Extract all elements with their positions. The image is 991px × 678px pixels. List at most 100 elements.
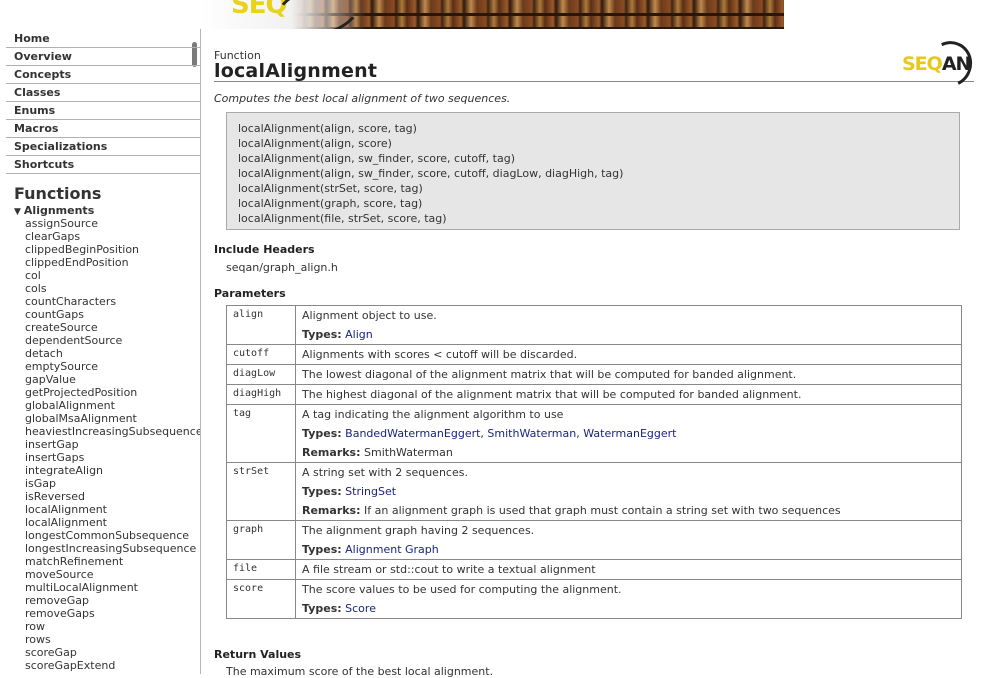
param-name: file: [226, 559, 296, 580]
nav-link[interactable]: Overview: [6, 48, 200, 66]
param-description: A tag indicating the alignment algorithm…: [302, 408, 564, 421]
nav-link[interactable]: Home: [6, 30, 200, 48]
type-link[interactable]: StringSet: [345, 485, 396, 498]
function-link[interactable]: detach: [25, 347, 200, 360]
param-row: strSet A string set with 2 sequences. Type…: [226, 462, 962, 521]
brief-description: Computes the best local alignment of two…: [214, 92, 511, 105]
sidebar: Home Overview Concepts Classes Enums Macros Sp…: [0, 29, 201, 674]
function-link[interactable]: removeGap: [25, 594, 200, 607]
function-link[interactable]: longestCommonSubsequence: [25, 529, 200, 542]
function-link[interactable]: heaviestIncreasingSubsequence: [25, 425, 200, 438]
param-description: The lowest diagonal of the alignment mat…: [302, 368, 797, 381]
param-description-cell: A file stream or std::cout to write a te…: [295, 559, 962, 580]
sidebar-group-alignments[interactable]: ▼ Alignments: [14, 204, 94, 217]
function-link[interactable]: insertGap: [25, 438, 200, 451]
param-name: graph: [226, 520, 296, 560]
function-link[interactable]: removeGaps: [25, 607, 200, 620]
function-link[interactable]: longestIncreasingSubsequence: [25, 542, 200, 555]
function-link[interactable]: clearGaps: [25, 230, 200, 243]
function-link[interactable]: rows: [25, 633, 200, 646]
type-link[interactable]: SmithWaterman: [487, 427, 576, 440]
function-link[interactable]: scoreGapExtend: [25, 659, 200, 672]
banner-background: [784, 0, 991, 29]
function-link[interactable]: multiLocalAlignment: [25, 581, 200, 594]
param-row: diagLow The lowest diagonal of the alignm…: [226, 364, 962, 385]
nav-link[interactable]: Concepts: [6, 66, 200, 84]
types-label: Types:: [302, 485, 342, 498]
logo-text: SEQAN: [902, 53, 971, 75]
signature-line: localAlignment(align, score, tag): [238, 122, 417, 135]
types-label: Types:: [302, 602, 342, 615]
param-description-cell: A string set with 2 sequences. Types: Str…: [295, 462, 962, 521]
nav-link[interactable]: Classes: [6, 84, 200, 102]
remarks-label: Remarks:: [302, 504, 361, 517]
param-name: cutoff: [226, 344, 296, 365]
param-description: Alignment object to use.: [302, 309, 437, 322]
param-remarks: Remarks: If an alignment graph is used t…: [302, 504, 961, 520]
sidebar-section-title: Functions: [14, 184, 102, 203]
triangle-down-icon: ▼: [14, 207, 21, 217]
function-link[interactable]: clippedEndPosition: [25, 256, 200, 269]
nav-link[interactable]: Macros: [6, 120, 200, 138]
type-link[interactable]: Align: [345, 328, 373, 341]
function-link[interactable]: localAlignment: [25, 516, 200, 529]
param-description: A file stream or std::cout to write a te…: [302, 563, 596, 576]
function-link[interactable]: globalAlignment: [25, 399, 200, 412]
param-row: align Alignment object to use. Types: Alig…: [226, 305, 962, 345]
function-link[interactable]: gapValue: [25, 373, 200, 386]
types-label: Types:: [302, 427, 342, 440]
remarks-text: If an alignment graph is used that graph…: [364, 504, 841, 517]
nav-link[interactable]: Shortcuts: [6, 156, 200, 174]
nav-link[interactable]: Specializations: [6, 138, 200, 156]
function-link[interactable]: clippedBeginPosition: [25, 243, 200, 256]
type-link[interactable]: WatermanEggert: [583, 427, 676, 440]
param-row: cutoff Alignments with scores < cutoff wi…: [226, 344, 962, 365]
param-row: score The score values to be used for com…: [226, 579, 962, 619]
function-link[interactable]: globalMsaAlignment: [25, 412, 200, 425]
param-types: Types: BandedWatermanEggert, SmithWaterm…: [302, 427, 677, 440]
function-link[interactable]: isGap: [25, 477, 200, 490]
function-link[interactable]: isReversed: [25, 490, 200, 503]
param-description: Alignments with scores < cutoff will be …: [302, 348, 578, 361]
signature-line: localAlignment(file, strSet, score, tag): [238, 212, 447, 225]
nav-link[interactable]: Enums: [6, 102, 200, 120]
function-link[interactable]: cols: [25, 282, 200, 295]
function-link[interactable]: col: [25, 269, 200, 282]
function-link[interactable]: moveSource: [25, 568, 200, 581]
include-heading: Include Headers: [214, 243, 315, 256]
type-link[interactable]: Score: [345, 602, 376, 615]
function-link[interactable]: matchRefinement: [25, 555, 200, 568]
seqan-logo[interactable]: SEQAN: [900, 34, 979, 94]
function-link[interactable]: localAlignment: [25, 503, 200, 516]
function-link[interactable]: emptySource: [25, 360, 200, 373]
param-name: tag: [226, 404, 296, 463]
function-link[interactable]: countGaps: [25, 308, 200, 321]
function-link[interactable]: dependentSource: [25, 334, 200, 347]
function-link[interactable]: row: [25, 620, 200, 633]
remarks-label: Remarks:: [302, 446, 361, 459]
sidebar-group-label: Alignments: [23, 204, 95, 217]
param-name: diagLow: [226, 364, 296, 385]
return-heading: Return Values: [214, 648, 302, 661]
param-row: graph The alignment graph having 2 sequen…: [226, 520, 962, 560]
return-value: The maximum score of the best local alig…: [226, 665, 494, 678]
param-remarks: Remarks: SmithWaterman: [302, 446, 961, 462]
type-link[interactable]: Alignment Graph: [345, 543, 439, 556]
signature-line: localAlignment(align, sw_finder, score, …: [238, 167, 624, 180]
function-link[interactable]: createSource: [25, 321, 200, 334]
function-link[interactable]: countCharacters: [25, 295, 200, 308]
param-description: The score values to be used for computin…: [302, 583, 622, 596]
types-label: Types:: [302, 328, 342, 341]
params-heading: Parameters: [214, 287, 286, 300]
param-description-cell: Alignments with scores < cutoff will be …: [295, 344, 962, 365]
param-name: align: [226, 305, 296, 345]
function-link[interactable]: getProjectedPosition: [25, 386, 200, 399]
function-link[interactable]: insertGaps: [25, 451, 200, 464]
param-row: file A file stream or std::cout to write …: [226, 559, 962, 580]
param-description-cell: The lowest diagonal of the alignment mat…: [295, 364, 962, 385]
function-link[interactable]: assignSource: [25, 217, 200, 230]
type-link[interactable]: BandedWatermanEggert: [345, 427, 480, 440]
param-description-cell: Alignment object to use. Types: Align: [295, 305, 962, 345]
function-link[interactable]: integrateAlign: [25, 464, 200, 477]
function-link[interactable]: scoreGap: [25, 646, 200, 659]
